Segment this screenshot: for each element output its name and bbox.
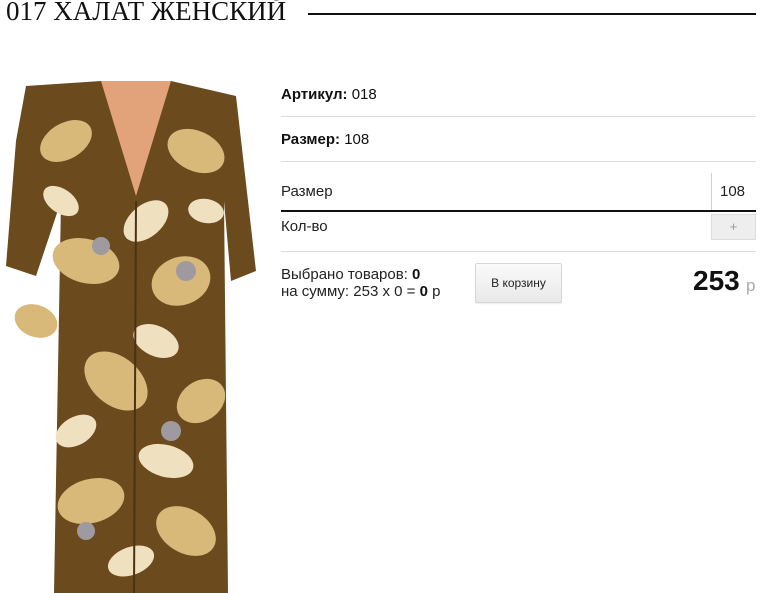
- divider: [281, 161, 756, 162]
- article-label: Артикул:: [281, 86, 348, 103]
- qty-plus-button[interactable]: +: [711, 214, 756, 240]
- qty-label: Кол-во: [281, 218, 328, 235]
- title-divider: [308, 13, 756, 15]
- product-image[interactable]: [6, 81, 261, 593]
- article-value: 018: [351, 86, 377, 103]
- selected-count: 0: [412, 266, 421, 283]
- order-summary: Выбрано товаров: 0 на сумму: 253 x 0 = 0…: [281, 266, 440, 300]
- divider: [281, 116, 756, 117]
- sum-label: на сумму: 253 x 0 =: [281, 283, 416, 300]
- divider: [281, 251, 756, 252]
- add-to-cart-button[interactable]: В корзину: [475, 263, 562, 303]
- size-value: 108: [344, 131, 370, 148]
- article-field: Артикул: 018: [281, 86, 377, 103]
- sum-value: 0: [419, 283, 428, 300]
- sum-line: на сумму: 253 x 0 = 0 р: [281, 283, 440, 300]
- size-option-label: Размер: [281, 183, 333, 200]
- selected-line: Выбрано товаров: 0: [281, 266, 440, 283]
- size-option-underline: [281, 210, 756, 212]
- sum-currency: р: [432, 283, 441, 300]
- price-currency: р: [746, 276, 756, 295]
- page-title: 017 ХАЛАТ ЖЕНСКИЙ: [6, 0, 287, 26]
- selected-label: Выбрано товаров:: [281, 266, 408, 283]
- size-option-value[interactable]: 108: [720, 183, 745, 200]
- dress-illustration: [6, 81, 261, 593]
- size-field: Размер: 108: [281, 131, 369, 148]
- price-value: 253: [693, 265, 740, 296]
- plus-icon: +: [729, 219, 738, 234]
- size-label: Размер:: [281, 131, 341, 148]
- title-row: 017 ХАЛАТ ЖЕНСКИЙ: [0, 0, 763, 30]
